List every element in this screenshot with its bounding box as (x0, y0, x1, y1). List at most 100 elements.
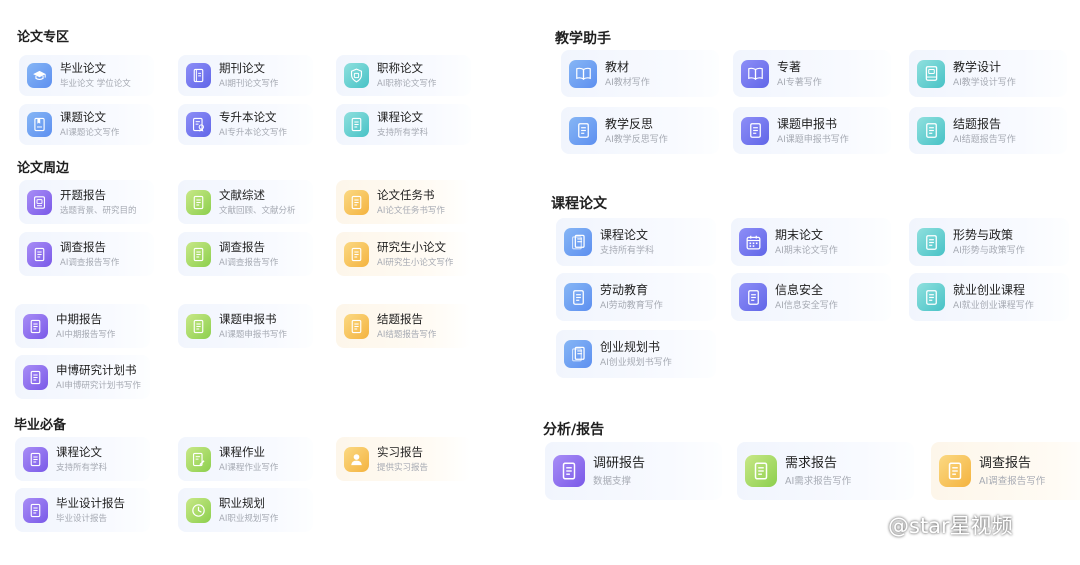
tool-card[interactable]: 期刊论文 AI期刊论文写作 (178, 55, 313, 96)
tool-card[interactable]: 创业规划书 AI创业规划书写作 (556, 330, 716, 378)
weibo-icon (860, 512, 884, 539)
tool-card-name: 课题申报书 (777, 116, 838, 131)
tool-card-name: 调查报告 (219, 239, 265, 254)
tool-card-name: 课程作业 (219, 444, 265, 459)
tool-card-name: 形势与政策 (953, 228, 1014, 242)
tool-card-name: 结题报告 (953, 116, 1002, 131)
tool-card-name: 中期报告 (56, 311, 102, 326)
tool-card-text: 文献综述 文献回顾、文献分析 (219, 188, 296, 217)
tool-card-text: 课题申报书 AI课题申报书写作 (219, 312, 287, 341)
tool-card[interactable]: 调研报告 数据支撑 (545, 442, 722, 500)
tool-card-desc: AI结题报告写作 (953, 134, 1016, 145)
tool-card-desc: 数据支撑 (593, 475, 632, 487)
tool-card[interactable]: 申博研究计划书 AI申博研究计划书写作 (15, 355, 150, 399)
tool-card-name: 研究生小论文 (377, 239, 446, 254)
tool-card[interactable]: 就业创业课程 AI就业创业课程写作 (909, 273, 1069, 321)
tool-card[interactable]: 职业规划 AI职业规划写作 (178, 488, 313, 532)
document-icon (745, 455, 777, 487)
tool-card-desc: AI课题论文写作 (60, 128, 120, 138)
tool-card[interactable]: 期末论文 AI期末论文写作 (731, 218, 891, 266)
document-icon (917, 228, 945, 256)
tool-card-name: 期末论文 (775, 228, 824, 242)
tool-card-text: 课程论文 支持所有学科 (377, 110, 428, 139)
tool-card[interactable]: 文献综述 文献回顾、文献分析 (178, 180, 313, 224)
tool-card-desc: 支持所有学科 (56, 462, 108, 473)
tool-card[interactable]: 课题申报书 AI课题申报书写作 (733, 107, 891, 154)
tool-card[interactable]: 毕业设计报告 毕业设计报告 (15, 488, 150, 532)
tool-card-text: 信息安全 AI信息安全写作 (775, 282, 838, 312)
document-icon (23, 497, 48, 523)
document-icon (344, 189, 369, 215)
section-title-analysis-report: 分析/报告 (543, 422, 605, 438)
document-icon (917, 116, 945, 145)
document-icon (23, 313, 48, 339)
tool-card[interactable]: 研究生小论文 AI研究生小论文写作 (336, 232, 471, 276)
tool-card[interactable]: 课程论文 支持所有学科 (336, 104, 471, 145)
tool-card-name: 职业规划 (219, 495, 265, 510)
tool-card[interactable]: 课题申报书 AI课题申报书写作 (178, 304, 313, 348)
tool-card-name: 课程论文 (600, 228, 649, 242)
tool-card[interactable]: 教学反思 AI教学反思写作 (561, 107, 719, 154)
tool-card[interactable]: 开题报告 选题背景、研究目的 (19, 180, 154, 224)
section-title-thesis-zone: 论文专区 (17, 30, 70, 45)
document-icon (186, 189, 211, 215)
tool-card[interactable]: 调查报告 AI调查报告写作 (931, 442, 1080, 500)
graduation-cap-icon (27, 63, 52, 88)
tool-card-text: 课题申报书 AI课题申报书写作 (777, 116, 849, 146)
tool-card-text: 职称论文 AI职称论文写作 (377, 61, 436, 90)
watermark-text: @star星视频 (888, 514, 1013, 538)
tool-card-desc: 毕业设计报告 (56, 513, 108, 524)
tool-card[interactable]: 需求报告 AI需求报告写作 (737, 442, 914, 500)
tool-card-desc: 毕业论文 学位论文 (60, 79, 131, 89)
tool-card-desc: AI期刊论文写作 (219, 79, 279, 89)
tool-card[interactable]: 专著 AI专著写作 (733, 50, 891, 97)
tool-card[interactable]: 信息安全 AI信息安全写作 (731, 273, 891, 321)
document-icon (23, 446, 48, 472)
tool-card-desc: AI需求报告写作 (785, 475, 852, 487)
tool-card[interactable]: 形势与政策 AI形势与政策写作 (909, 218, 1069, 266)
tool-card[interactable]: 专升本论文 AI专升本论文写作 (178, 104, 313, 145)
tool-card-name: 就业创业课程 (953, 283, 1026, 297)
document-icon (186, 313, 211, 339)
document-icon (569, 116, 597, 145)
tool-card-desc: AI职称论文写作 (377, 79, 437, 89)
tool-card[interactable]: 中期报告 AI中期报告写作 (15, 304, 150, 348)
tool-card-text: 调查报告 AI调查报告写作 (219, 240, 278, 269)
tool-card[interactable]: 调查报告 AI调查报告写作 (178, 232, 313, 276)
tool-card[interactable]: 毕业论文 毕业论文 学位论文 (19, 55, 154, 96)
tool-card[interactable]: 调查报告 AI调查报告写作 (19, 232, 154, 276)
calendar-icon (739, 228, 767, 256)
document-icon (741, 116, 769, 145)
tool-card-name: 专升本论文 (219, 110, 277, 124)
tool-card[interactable]: 劳动教育 AI劳动教育写作 (556, 273, 716, 321)
tool-card-text: 研究生小论文 AI研究生小论文写作 (377, 240, 453, 269)
tool-card-desc: AI专升本论文写作 (219, 128, 287, 138)
tool-card[interactable]: 论文任务书 AI论文任务书写作 (336, 180, 471, 224)
tool-card[interactable]: 课程作业 AI课程作业写作 (178, 437, 313, 481)
tool-card[interactable]: 课题论文 AI课题论文写作 (19, 104, 154, 145)
tool-card-text: 期末论文 AI期末论文写作 (775, 227, 838, 257)
tool-card[interactable]: 结题报告 AI结题报告写作 (336, 304, 471, 348)
tool-card-desc: AI课题申报书写作 (219, 329, 287, 340)
tool-card-text: 调查报告 AI调查报告写作 (979, 455, 1045, 488)
tool-card-text: 教学反思 AI教学反思写作 (605, 116, 668, 146)
bookmark-doc-icon (27, 112, 52, 137)
tool-card-desc: AI专著写作 (777, 77, 822, 88)
tool-card-desc: 支持所有学科 (377, 128, 429, 138)
tool-card[interactable]: 课程论文 支持所有学科 (15, 437, 150, 481)
tool-card[interactable]: 实习报告 提供实习报告 (336, 437, 471, 481)
tool-card-desc: AI教学设计写作 (953, 77, 1016, 88)
tool-card-name: 需求报告 (785, 455, 838, 471)
tool-card[interactable]: 课程论文 支持所有学科 (556, 218, 716, 266)
tool-card[interactable]: 结题报告 AI结题报告写作 (909, 107, 1067, 154)
tool-card-name: 教学反思 (605, 116, 654, 131)
document-icon (939, 455, 971, 487)
tool-card-text: 论文任务书 AI论文任务书写作 (377, 188, 445, 217)
tool-card-text: 劳动教育 AI劳动教育写作 (600, 282, 663, 312)
document-icon (553, 455, 585, 487)
tool-card[interactable]: 职称论文 AI职称论文写作 (336, 55, 471, 96)
tool-card-desc: AI创业规划书写作 (600, 358, 672, 368)
tool-card[interactable]: 教材 AI教材写作 (561, 50, 719, 97)
tool-card-desc: AI教材写作 (605, 77, 650, 88)
tool-card[interactable]: 教学设计 AI教学设计写作 (909, 50, 1067, 97)
